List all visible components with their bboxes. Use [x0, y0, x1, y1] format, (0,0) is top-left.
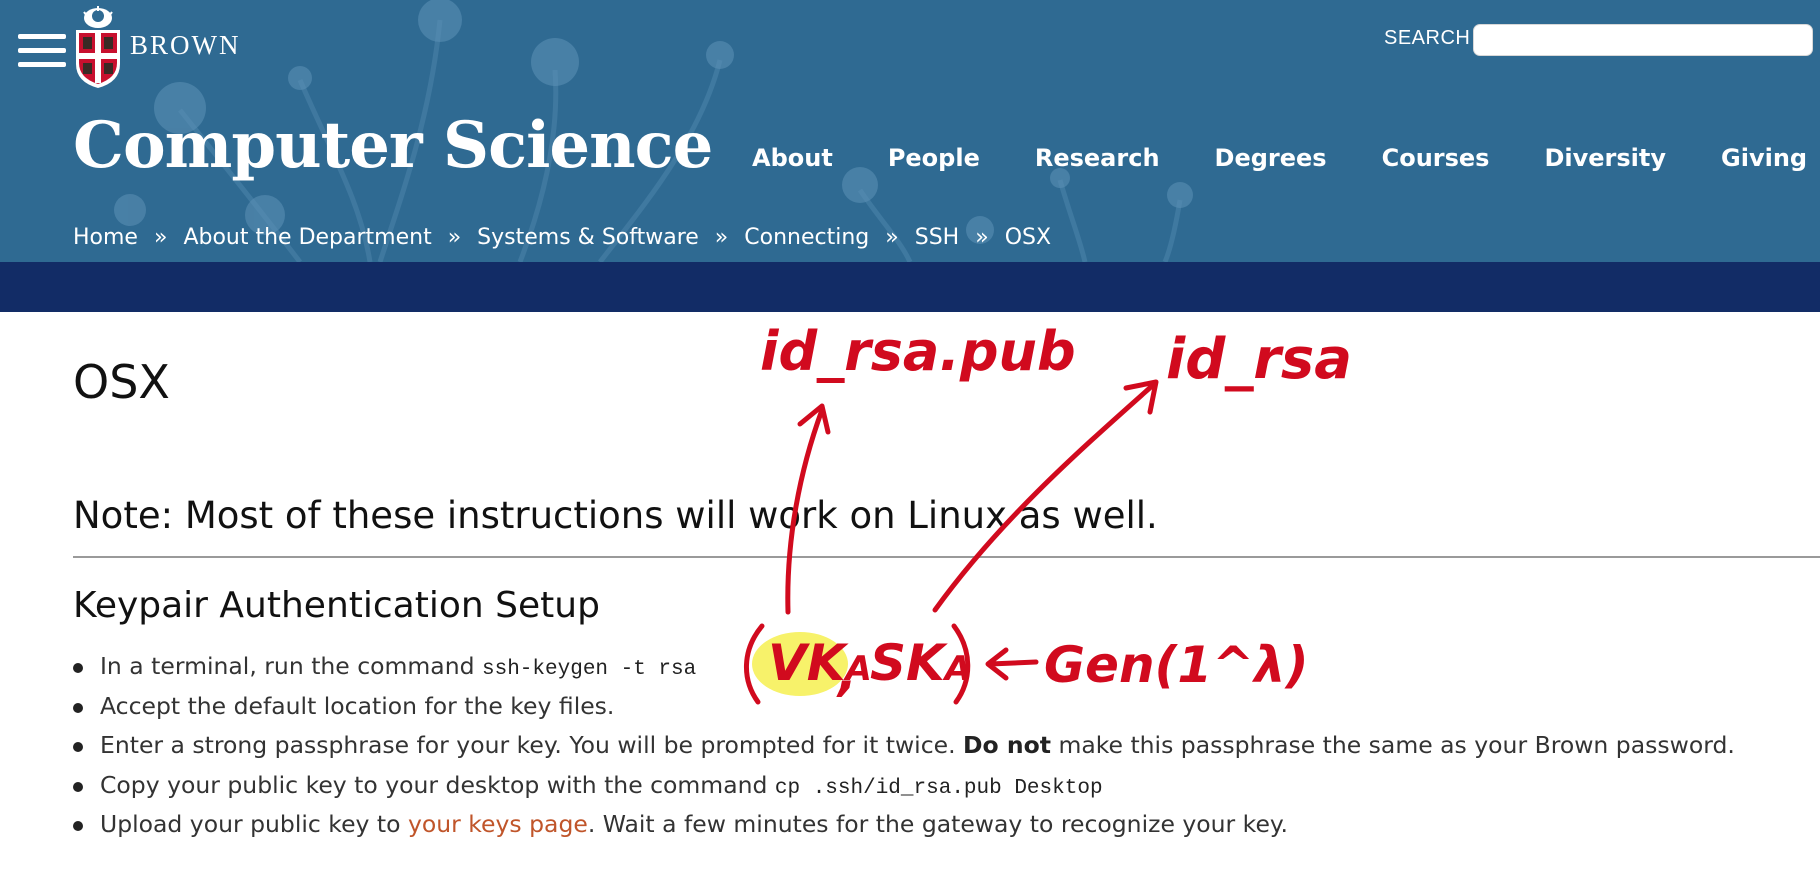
- annotation-id-rsa: id_rsa: [1166, 327, 1352, 392]
- breadcrumb-ssh[interactable]: SSH: [915, 225, 959, 250]
- brown-wordmark[interactable]: BROWN: [130, 30, 241, 61]
- breadcrumb-systems-software[interactable]: Systems & Software: [477, 225, 699, 250]
- site-title[interactable]: Computer Science: [73, 108, 713, 183]
- keys-page-link[interactable]: your keys page: [408, 810, 588, 838]
- bullet-icon: [73, 742, 83, 752]
- list-item: Copy your public key to your desktop wit…: [73, 767, 1735, 807]
- section-heading: Keypair Authentication Setup: [73, 585, 600, 626]
- breadcrumb-current: OSX: [1004, 225, 1052, 250]
- step-text: make this passphrase the same as your Br…: [1050, 731, 1735, 759]
- bullet-icon: [73, 821, 83, 831]
- brown-shield-logo[interactable]: [72, 6, 124, 88]
- list-item: Upload your public key to your keys page…: [73, 806, 1735, 846]
- search-input[interactable]: [1473, 24, 1813, 56]
- breadcrumb-separator: »: [975, 225, 989, 250]
- nav-research[interactable]: Research: [1035, 144, 1160, 172]
- page-title: OSX: [73, 355, 170, 409]
- nav-degrees[interactable]: Degrees: [1215, 144, 1327, 172]
- step-text: Upload your public key to: [100, 810, 408, 838]
- bullet-icon: [73, 702, 83, 713]
- hamburger-menu-icon[interactable]: [18, 34, 66, 70]
- search-label: SEARCH: [1384, 27, 1471, 49]
- step-emphasis: Do not: [963, 731, 1051, 759]
- breadcrumb-about-department[interactable]: About the Department: [183, 225, 431, 250]
- site-header: BROWN SEARCH Computer Science About Peop…: [0, 0, 1820, 262]
- nav-diversity[interactable]: Diversity: [1544, 144, 1666, 172]
- arrowhead-icon: [1123, 379, 1159, 415]
- breadcrumb-home[interactable]: Home: [73, 225, 138, 250]
- step-text: Copy your public key to your desktop wit…: [100, 770, 775, 799]
- breadcrumb-connecting[interactable]: Connecting: [744, 225, 869, 250]
- annotation-id-rsa-pub: id_rsa.pub: [760, 320, 1076, 383]
- breadcrumb-separator: »: [714, 225, 729, 250]
- bullet-icon: [73, 663, 83, 673]
- step-text: In a terminal, run the command: [100, 652, 482, 680]
- list-item: Accept the default location for the key …: [73, 688, 1735, 728]
- nav-giving[interactable]: Giving: [1721, 144, 1807, 172]
- breadcrumb: Home » About the Department » Systems & …: [73, 225, 1051, 250]
- step-text: Enter a strong passphrase for your key. …: [100, 731, 964, 759]
- breadcrumb-separator: »: [885, 225, 899, 250]
- header-band: [0, 262, 1820, 312]
- breadcrumb-separator: »: [447, 225, 462, 250]
- step-text: Accept the default location for the key …: [100, 691, 615, 720]
- list-item: Enter a strong passphrase for your key. …: [73, 727, 1735, 767]
- step-text: . Wait a few minutes for the gateway to …: [587, 810, 1288, 838]
- command-code: cp .ssh/id_rsa.pub Desktop: [774, 776, 1103, 800]
- command-code: ssh-keygen -t rsa: [482, 658, 697, 681]
- list-item: In a terminal, run the command ssh-keyge…: [73, 648, 1735, 688]
- bullet-icon: [73, 781, 83, 792]
- nav-people[interactable]: People: [888, 144, 980, 172]
- main-nav: About People Research Degrees Courses Di…: [752, 144, 1807, 172]
- breadcrumb-separator: »: [153, 225, 168, 250]
- nav-about[interactable]: About: [752, 144, 833, 172]
- divider: [73, 556, 1820, 558]
- arrowhead-icon: [797, 403, 831, 435]
- instruction-list: In a terminal, run the command ssh-keyge…: [73, 648, 1735, 846]
- nav-courses[interactable]: Courses: [1382, 144, 1490, 172]
- note-heading: Note: Most of these instructions will wo…: [73, 494, 1158, 537]
